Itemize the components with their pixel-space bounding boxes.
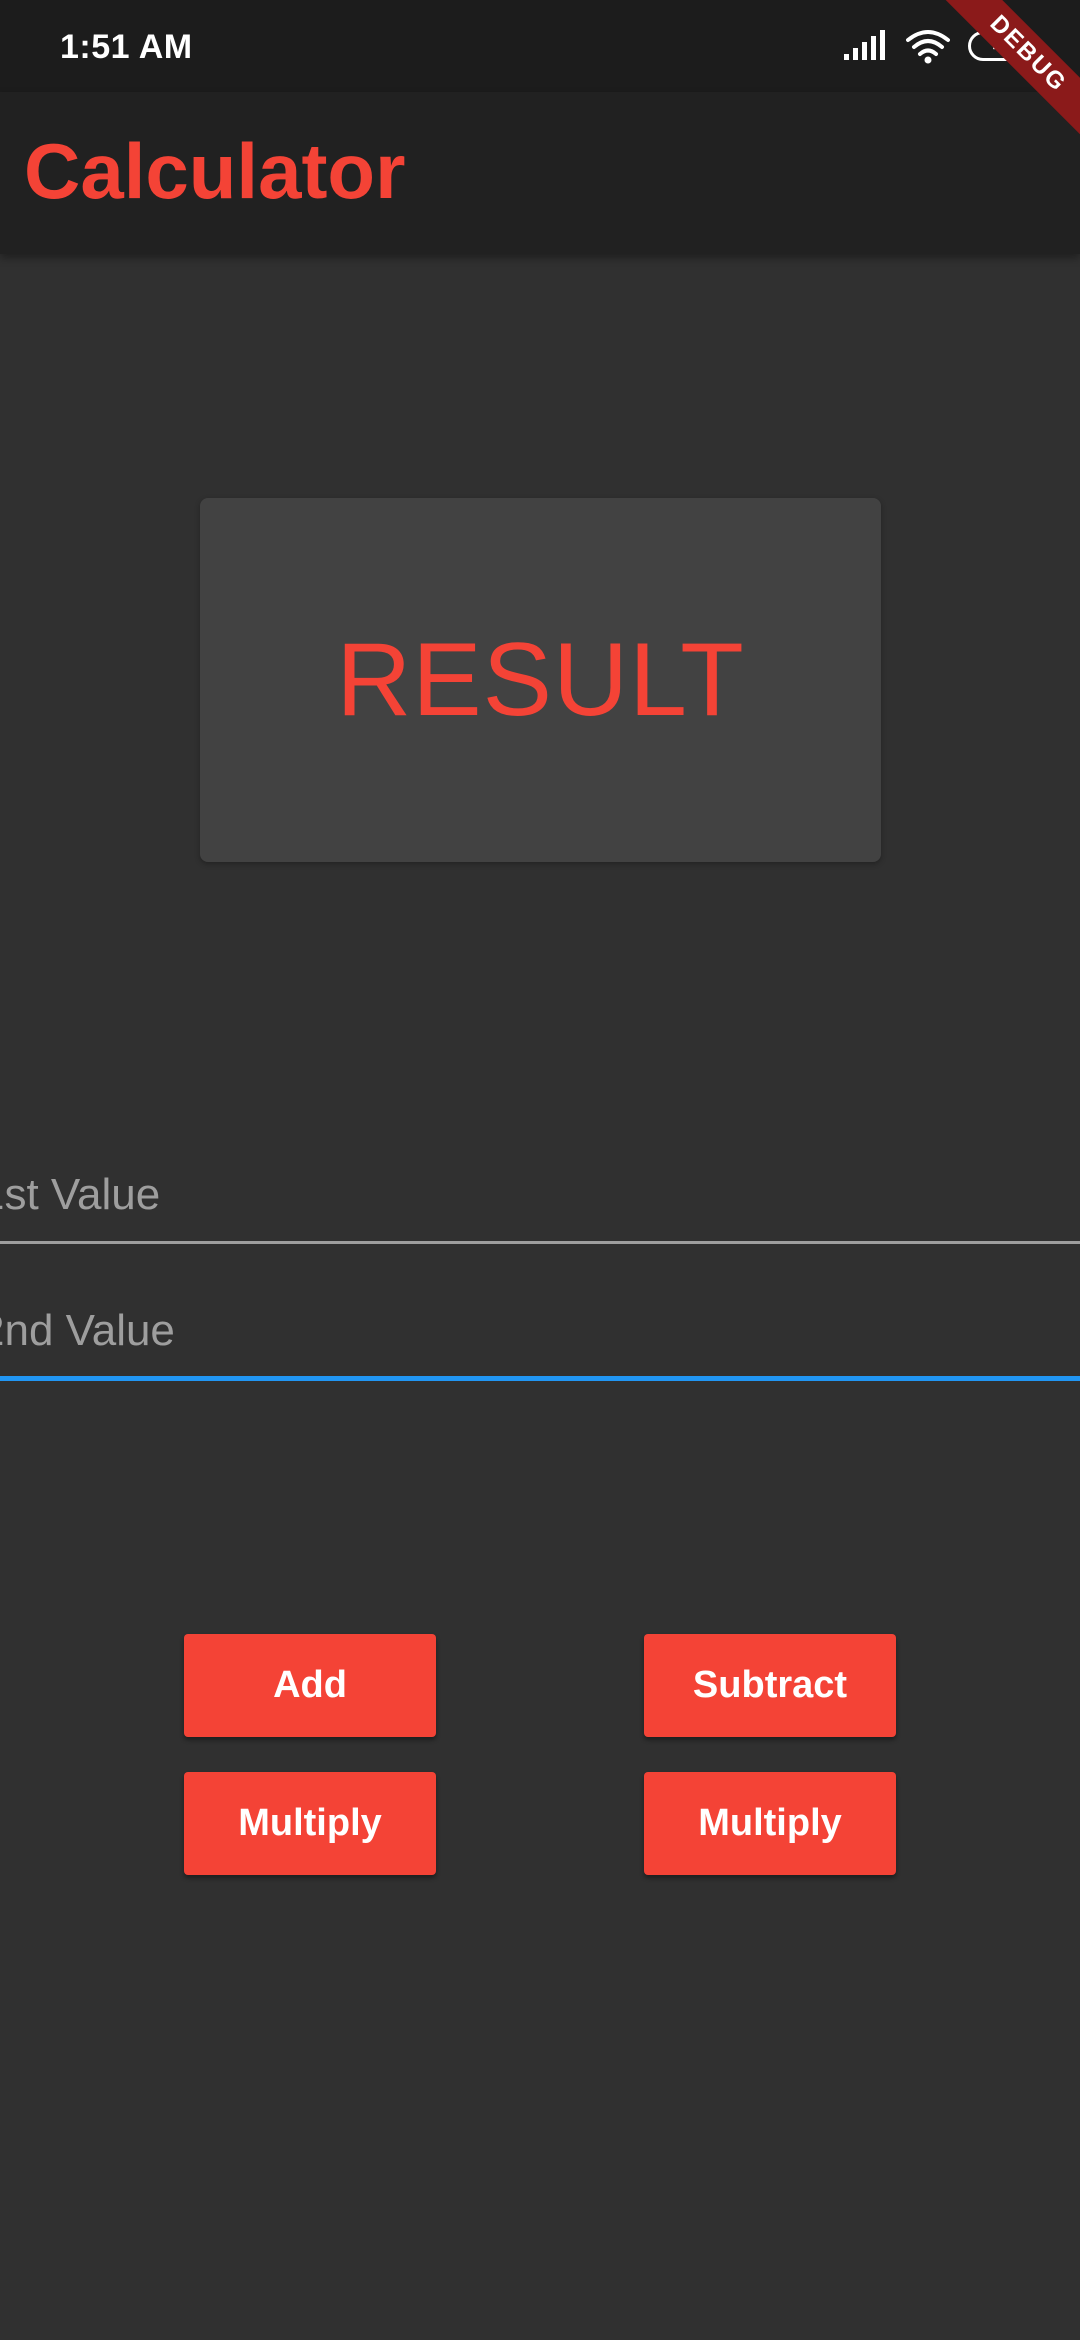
app-root: 1:51 AM 40 DEBUG Calculator [0, 0, 1080, 2340]
signal-icon [844, 30, 885, 60]
status-bar: 1:51 AM 40 [0, 0, 1080, 92]
first-value-input[interactable] [0, 1134, 1080, 1241]
wifi-icon [906, 30, 950, 64]
subtract-button[interactable]: Subtract [644, 1634, 896, 1737]
multiply-button-right[interactable]: Multiply [644, 1772, 896, 1875]
add-button[interactable]: Add [184, 1634, 436, 1737]
second-value-input[interactable] [0, 1271, 1080, 1376]
app-bar: Calculator [0, 92, 1080, 254]
result-card: RESULT [200, 498, 881, 862]
second-value-field[interactable] [0, 1271, 1080, 1381]
result-text: RESULT [336, 621, 745, 738]
app-title: Calculator [24, 127, 406, 215]
multiply-button-left[interactable]: Multiply [184, 1772, 436, 1875]
status-time: 1:51 AM [60, 28, 193, 66]
first-value-field[interactable] [0, 1134, 1080, 1244]
